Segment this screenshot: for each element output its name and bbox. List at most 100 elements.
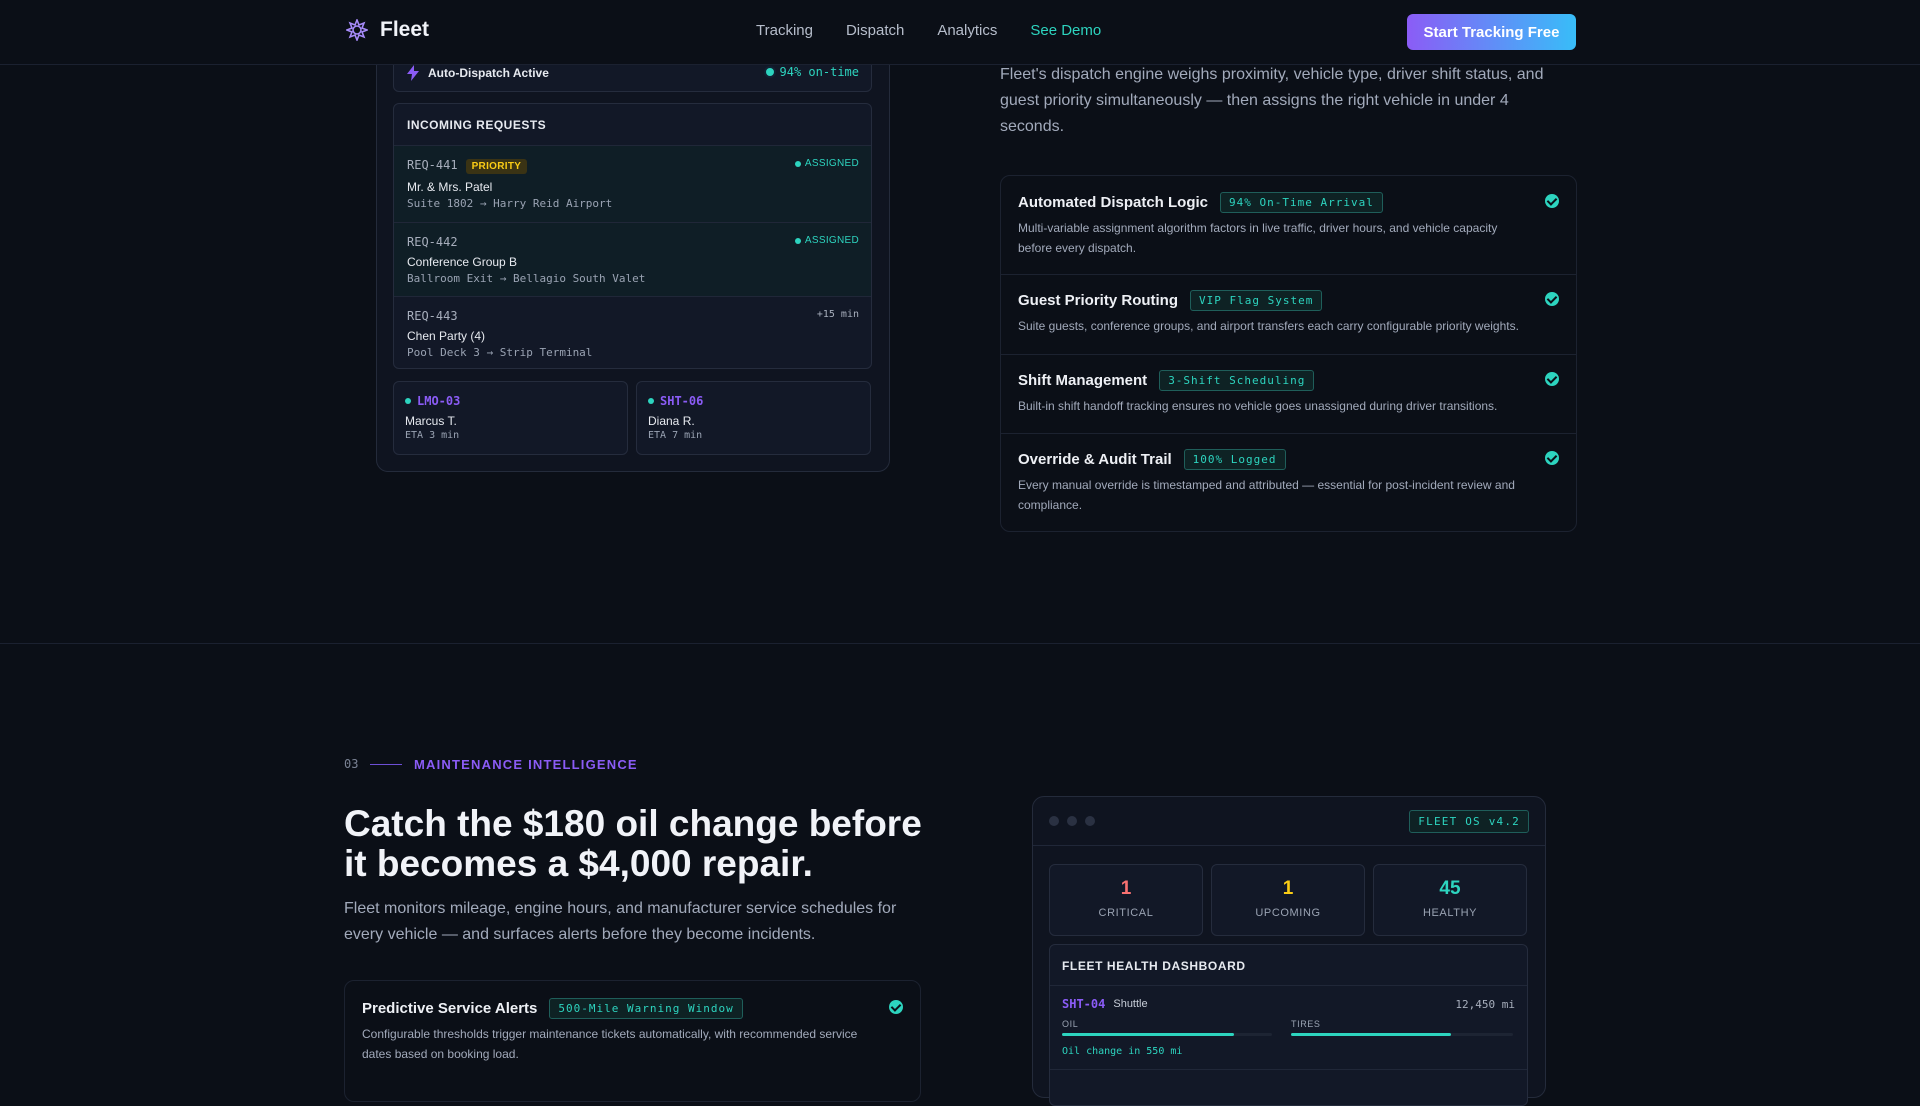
check-icon bbox=[1545, 451, 1559, 465]
feature-item: Predictive Service Alerts 500-Mile Warnin… bbox=[345, 981, 920, 1079]
oil-label: OIL bbox=[1062, 1019, 1079, 1029]
status-text: ASSIGNED bbox=[804, 235, 859, 246]
window-dot-icon bbox=[1049, 816, 1059, 826]
check-icon bbox=[1545, 372, 1559, 386]
feature-desc: Built-in shift handoff tracking ensures … bbox=[1018, 399, 1498, 413]
stat-label: UPCOMING bbox=[1255, 907, 1321, 919]
vehicle-driver: Diana R. bbox=[648, 414, 695, 428]
vehicle-card[interactable]: LMO-03 Marcus T. ETA 3 min bbox=[393, 381, 628, 455]
dispatch-intro: Fleet's dispatch engine weighs proximity… bbox=[1000, 66, 1544, 135]
nav-link-see-demo[interactable]: See Demo bbox=[1030, 22, 1101, 39]
request-guest: Conference Group B bbox=[407, 255, 518, 269]
check-icon bbox=[1545, 292, 1559, 306]
ontime-stat: 94% on-time bbox=[765, 65, 859, 79]
request-eta: +15 min bbox=[816, 309, 859, 320]
feature-title-row: Predictive Service Alerts 500-Mile Warnin… bbox=[362, 998, 743, 1019]
tires-bar-fill bbox=[1291, 1033, 1451, 1036]
bolt-icon bbox=[407, 65, 419, 81]
feature-item: Guest Priority Routing VIP Flag System Su… bbox=[1001, 274, 1576, 355]
oil-bar-fill bbox=[1062, 1033, 1235, 1036]
dispatch-feature-list: Automated Dispatch Logic 94% On-Time Arri… bbox=[1000, 175, 1577, 532]
vehicle-id: SHT-06 bbox=[648, 394, 703, 408]
request-id-text: REQ-441 bbox=[407, 158, 458, 172]
maintenance-feature-list: Predictive Service Alerts 500-Mile Warnin… bbox=[344, 980, 921, 1102]
stat-card-healthy: 45 HEALTHY bbox=[1373, 864, 1527, 936]
feature-title-row: Automated Dispatch Logic 94% On-Time Arri… bbox=[1018, 192, 1383, 213]
section-divider bbox=[0, 643, 1920, 644]
maintenance-headline: Catch the $180 oil change before it beco… bbox=[344, 803, 922, 884]
request-id: REQ-442 bbox=[407, 235, 458, 249]
feature-title-row: Guest Priority Routing VIP Flag System bbox=[1018, 290, 1323, 311]
request-row[interactable]: REQ-442 ASSIGNED Conference Group B Ball… bbox=[394, 223, 871, 297]
health-title: FLEET HEALTH DASHBOARD bbox=[1050, 945, 1527, 986]
feature-desc: Every manual override is timestamped and… bbox=[1018, 478, 1515, 512]
stat-card-upcoming: 1 UPCOMING bbox=[1211, 864, 1365, 936]
feature-item: Shift Management 3-Shift Scheduling Built… bbox=[1001, 354, 1576, 434]
feature-title-row: Shift Management 3-Shift Scheduling bbox=[1018, 370, 1315, 391]
check-icon bbox=[889, 1000, 903, 1014]
feature-title: Shift Management bbox=[1018, 372, 1148, 389]
assigned-status: ASSIGNED bbox=[794, 235, 859, 246]
request-id: REQ-443 bbox=[407, 309, 458, 323]
fleet-logo-icon bbox=[346, 19, 368, 41]
feature-tag: 500-Mile Warning Window bbox=[549, 998, 743, 1019]
tires-bar bbox=[1291, 1033, 1513, 1036]
vehicle-eta: ETA 7 min bbox=[648, 430, 703, 441]
vehicle-mileage: 12,450 mi bbox=[1455, 998, 1515, 1011]
request-guest: Mr. & Mrs. Patel bbox=[407, 180, 493, 194]
vehicle-id: LMO-03 bbox=[405, 394, 460, 408]
nav-links: Tracking Dispatch Analytics See Demo bbox=[756, 22, 1101, 39]
feature-tag: VIP Flag System bbox=[1190, 290, 1323, 311]
feature-tag: 3-Shift Scheduling bbox=[1159, 370, 1315, 391]
fleet-health-dashboard: FLEET HEALTH DASHBOARD SHT-04 Shuttle 12… bbox=[1049, 944, 1528, 1106]
nav-link-dispatch[interactable]: Dispatch bbox=[846, 22, 904, 39]
version-badge: FLEET OS v4.2 bbox=[1409, 810, 1529, 833]
feature-item: Automated Dispatch Logic 94% On-Time Arri… bbox=[1001, 176, 1576, 275]
feature-tag: 100% Logged bbox=[1183, 449, 1286, 470]
stat-value: 1 bbox=[1282, 878, 1294, 899]
priority-badge: PRIORITY bbox=[465, 159, 528, 174]
vehicle-eta: ETA 3 min bbox=[405, 430, 460, 441]
maintenance-subtitle: Fleet monitors mileage, engine hours, an… bbox=[344, 900, 897, 943]
feature-title: Predictive Service Alerts bbox=[362, 1000, 538, 1017]
request-row[interactable]: REQ-443 +15 min Chen Party (4) Pool Deck… bbox=[394, 297, 871, 368]
status-text: ASSIGNED bbox=[804, 158, 859, 169]
request-guest: Chen Party (4) bbox=[407, 329, 486, 343]
status-dot-icon bbox=[794, 160, 801, 167]
vehicle-card[interactable]: SHT-06 Diana R. ETA 7 min bbox=[636, 381, 871, 455]
vehicle-type: Shuttle bbox=[1113, 998, 1148, 1010]
feature-title: Automated Dispatch Logic bbox=[1018, 194, 1209, 211]
request-route: Ballroom Exit → Bellagio South Valet bbox=[407, 272, 646, 285]
vehicle-row-header: SHT-04 Shuttle bbox=[1062, 997, 1148, 1011]
request-row[interactable]: REQ-441 PRIORITY ASSIGNED Mr. & Mrs. Pate… bbox=[394, 146, 871, 223]
section-number: 03 bbox=[344, 757, 359, 771]
nav-link-analytics[interactable]: Analytics bbox=[937, 22, 997, 39]
vehicle-dot-icon bbox=[405, 398, 411, 404]
brand-logo[interactable]: Fleet bbox=[346, 18, 429, 42]
stat-card-critical: 1 CRITICAL bbox=[1049, 864, 1203, 936]
feature-title-row: Override & Audit Trail 100% Logged bbox=[1018, 449, 1286, 470]
nav-link-tracking[interactable]: Tracking bbox=[756, 22, 813, 39]
vehicle-dot-icon bbox=[648, 398, 654, 404]
vehicle-id: SHT-04 bbox=[1062, 997, 1106, 1011]
vehicle-driver: Marcus T. bbox=[405, 414, 457, 428]
incoming-requests-title: INCOMING REQUESTS bbox=[394, 104, 871, 146]
window-dot-icon bbox=[1085, 816, 1095, 826]
check-icon bbox=[1545, 194, 1559, 208]
feature-item: Override & Audit Trail 100% Logged Every … bbox=[1001, 433, 1576, 531]
window-dot-icon bbox=[1067, 816, 1077, 826]
status-dot-icon bbox=[794, 237, 801, 244]
feature-desc: Multi-variable assignment algorithm fact… bbox=[1018, 221, 1498, 255]
request-id: REQ-441 PRIORITY bbox=[407, 158, 528, 174]
brand-name: Fleet bbox=[380, 18, 430, 41]
top-nav: Fleet Tracking Dispatch Analytics See De… bbox=[0, 0, 1920, 65]
feature-title: Guest Priority Routing bbox=[1018, 292, 1179, 309]
ontime-text: 94% on-time bbox=[779, 65, 859, 79]
start-tracking-button[interactable]: Start Tracking Free bbox=[1407, 14, 1576, 50]
feature-desc: Configurable thresholds trigger maintena… bbox=[362, 1027, 858, 1061]
auto-dispatch-label: Auto-Dispatch Active bbox=[428, 66, 549, 80]
section-label: MAINTENANCE INTELLIGENCE bbox=[414, 757, 638, 772]
assigned-status: ASSIGNED bbox=[794, 158, 859, 169]
tires-label: TIRES bbox=[1291, 1019, 1321, 1029]
vehicle-id-text: SHT-06 bbox=[660, 394, 704, 408]
